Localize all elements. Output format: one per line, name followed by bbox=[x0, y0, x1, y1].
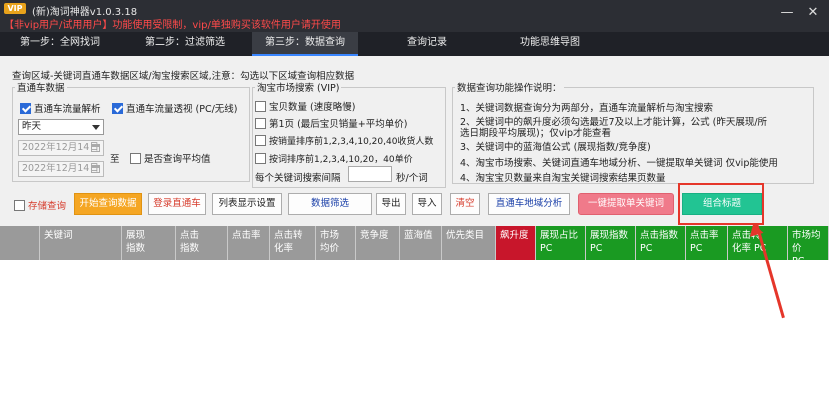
taobao-legend: 淘宝市场搜索 (VIP) bbox=[257, 83, 340, 94]
calendar-icon bbox=[91, 165, 100, 173]
date-to-label: 至 bbox=[110, 154, 120, 165]
checkbox-icon bbox=[255, 153, 266, 164]
login-button[interactable]: 登录直通车 bbox=[148, 193, 206, 215]
info-line: 1、关键词数据查询分为两部分，直通车流量解析与淘宝搜索 bbox=[460, 103, 714, 114]
table-header[interactable]: 点击指数 PC bbox=[636, 226, 686, 260]
info-line: 4、淘宝市场搜索、关键词直通车地域分析、一键提取单关键词 仅vip能使用 bbox=[460, 158, 778, 169]
import-button[interactable]: 导入 bbox=[412, 193, 442, 215]
calendar-icon bbox=[91, 144, 100, 152]
checkbox-icon bbox=[14, 200, 25, 211]
minimize-icon[interactable]: — bbox=[777, 4, 797, 22]
tab-step-2[interactable]: 第二步：过滤筛选 bbox=[130, 32, 240, 56]
start-query-button[interactable]: 开始查询数据 bbox=[74, 193, 142, 215]
close-icon[interactable]: ✕ bbox=[803, 4, 823, 22]
interval-input[interactable] bbox=[348, 166, 392, 182]
table-header[interactable]: 市场均价PC bbox=[788, 226, 829, 260]
table-header-select[interactable] bbox=[0, 226, 40, 260]
checkbox-icon bbox=[255, 135, 266, 146]
item-count-checkbox[interactable]: 宝贝数量 (速度略慢) bbox=[255, 99, 355, 113]
table-header[interactable]: 点击转 化率 bbox=[270, 226, 316, 260]
table-header[interactable]: 市场 均价 bbox=[316, 226, 356, 260]
checkbox-icon bbox=[130, 153, 141, 164]
tab-step-3[interactable]: 第三步：数据查询 bbox=[252, 32, 358, 56]
checkbox-icon bbox=[255, 118, 266, 129]
title-bar: VIP (新)淘词神器v1.0.3.18 【非vip用户/试用用户】功能使用受限… bbox=[0, 0, 829, 32]
table-header[interactable]: 飙升度 bbox=[496, 226, 536, 260]
extract-keyword-button[interactable]: 一键提取单关键词 bbox=[578, 193, 674, 215]
traffic-perspective-checkbox[interactable]: 直通车流量透视 (PC/无线) bbox=[112, 101, 238, 115]
table-header[interactable]: 展现 指数 bbox=[122, 226, 176, 260]
table-header[interactable]: 优先类目 bbox=[442, 226, 496, 260]
period-select[interactable]: 昨天 bbox=[18, 119, 104, 135]
table-header[interactable]: 点击 指数 bbox=[176, 226, 228, 260]
interval-label: 每个关键词搜索间隔 bbox=[255, 173, 341, 184]
traffic-analysis-checkbox[interactable]: 直通车流量解析 bbox=[20, 101, 101, 115]
list-settings-button[interactable]: 列表显示设置 bbox=[212, 193, 282, 215]
checkbox-checked-icon bbox=[112, 103, 123, 114]
vip-notice: 【非vip用户/试用用户】功能使用受限制，vip/单独购买该软件用户请开使用 bbox=[4, 20, 341, 31]
info-line: 4、淘宝宝贝数量来自淘宝关键词搜索结果页数量 bbox=[460, 173, 666, 184]
region-analysis-button[interactable]: 直通车地域分析 bbox=[488, 193, 570, 215]
table-header[interactable]: 关键词 bbox=[40, 226, 122, 260]
table-header[interactable]: 展现指数 PC bbox=[586, 226, 636, 260]
data-table: 关键词 展现 指数 点击 指数 点击率 点击转 化率 市场 均价 竞争度 蓝海值 优先类… bbox=[0, 226, 829, 400]
chevron-down-icon bbox=[92, 125, 100, 130]
zhitongche-legend: 直通车数据 bbox=[17, 83, 65, 94]
tab-step-1[interactable]: 第一步：全网找词 bbox=[10, 32, 110, 56]
table-header[interactable]: 点击率 PC bbox=[686, 226, 728, 260]
table-header[interactable]: 点击率 bbox=[228, 226, 270, 260]
vip-badge: VIP bbox=[4, 3, 26, 14]
table-header[interactable]: 展现占比 PC bbox=[536, 226, 586, 260]
interval-unit: 秒/个词 bbox=[396, 173, 428, 184]
info-line: 选日期段平均展现)；仅vip才能查看 bbox=[460, 128, 611, 139]
checkbox-icon bbox=[255, 101, 266, 112]
tab-query-records[interactable]: 查询记录 bbox=[392, 32, 462, 56]
tab-mind-map[interactable]: 功能思维导图 bbox=[500, 32, 600, 56]
highlight-box bbox=[678, 183, 764, 225]
filter-button[interactable]: 数据筛选 bbox=[288, 193, 372, 215]
first-page-checkbox[interactable]: 第1页 (最后宝贝销量+平均单价) bbox=[255, 116, 407, 130]
table-header[interactable]: 竞争度 bbox=[356, 226, 400, 260]
save-query-checkbox[interactable]: 存储查询 bbox=[14, 198, 66, 212]
export-button[interactable]: 导出 bbox=[376, 193, 406, 215]
step-tabs: 第一步：全网找词 第二步：过滤筛选 第三步：数据查询 查询记录 功能思维导图 bbox=[0, 32, 829, 56]
date-from-picker[interactable]: 2022年12月14日 bbox=[18, 140, 104, 156]
table-header[interactable]: 蓝海值 bbox=[400, 226, 442, 260]
sales-rank-checkbox[interactable]: 按销量排序前1,2,3,4,10,20,40收货人数 bbox=[255, 134, 433, 147]
info-line: 3、关键词中的蓝海值公式 (展现指数/竞争度) bbox=[460, 142, 651, 153]
rank-price-checkbox[interactable]: 按词排序前1,2,3,4,10,20，40单价 bbox=[255, 152, 413, 165]
date-to-picker[interactable]: 2022年12月14日 bbox=[18, 161, 104, 177]
clear-button[interactable]: 清空 bbox=[450, 193, 480, 215]
avg-checkbox[interactable]: 是否查询平均值 bbox=[130, 151, 211, 165]
info-legend: 数据查询功能操作说明： bbox=[457, 83, 562, 94]
checkbox-checked-icon bbox=[20, 103, 31, 114]
